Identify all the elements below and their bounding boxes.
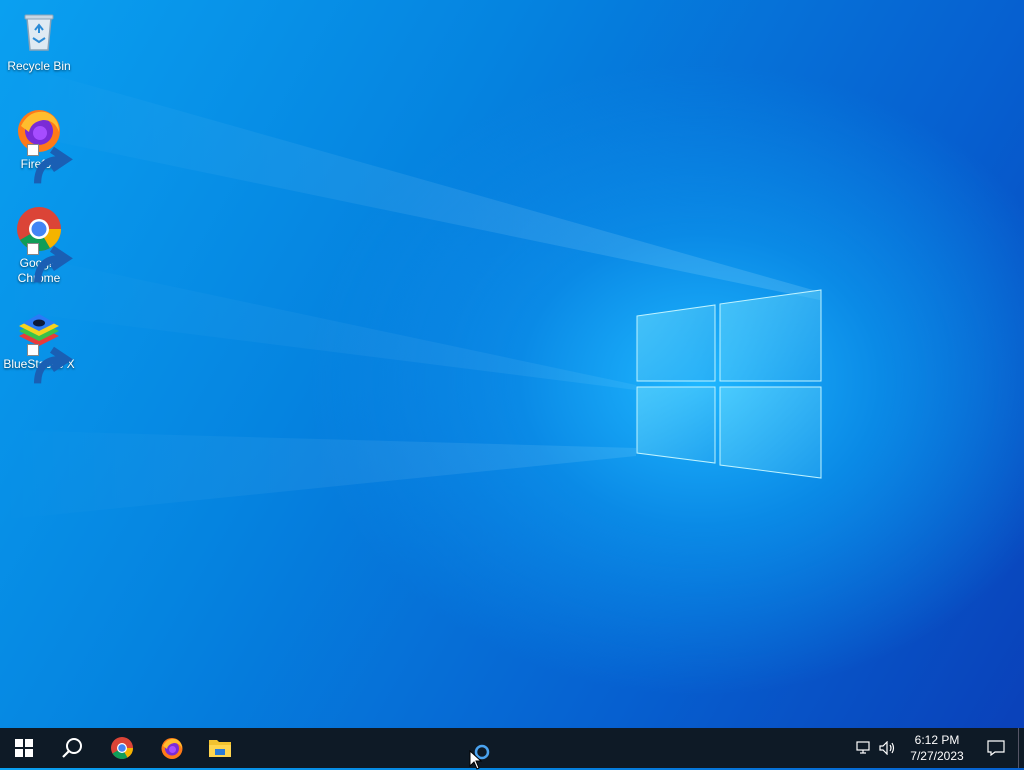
desktop-icon-firefox[interactable]: Firefox [2,106,76,184]
firefox-icon [161,738,183,759]
desktop-icon-bluestacks-x[interactable]: BlueStacks X [2,306,76,384]
search-icon [62,738,82,758]
mouse-cursor-icon [469,750,483,770]
clock-time: 6:12 PM [914,733,960,747]
chrome-icon [15,205,73,283]
firefox-icon [15,106,73,184]
taskbar-firefox-button[interactable] [148,728,196,768]
show-desktop-button[interactable] [1018,728,1024,768]
clock-button[interactable]: 6:12 PM 7/27/2023 [900,732,974,764]
action-center-button[interactable] [974,728,1018,768]
recycle-bin-icon [15,8,63,56]
network-icon [856,741,870,754]
desktop-icon-google-chrome[interactable]: Google Chrome [2,205,76,286]
bluestacks-icon [15,306,73,384]
taskbar-file-explorer-button[interactable] [196,728,244,768]
desktop-wallpaper [0,60,822,520]
shortcut-arrow-icon [27,243,73,283]
system-tray: 6:12 PM 7/27/2023 [852,728,1024,768]
desktop-icon-label: Recycle Bin [7,59,71,73]
desktop-icon-recycle-bin[interactable]: Recycle Bin [2,8,76,74]
shortcut-arrow-icon [27,144,73,184]
start-button[interactable] [0,728,48,768]
windows-logo-graphic [636,289,822,479]
windows-start-icon [15,739,33,757]
taskbar-chrome-button[interactable] [96,728,148,768]
chrome-icon [111,737,133,759]
shortcut-arrow-icon [27,344,73,384]
clock-date: 7/27/2023 [910,749,964,763]
volume-icon [879,741,895,755]
file-explorer-icon [209,740,231,757]
network-button[interactable] [852,728,876,768]
search-button[interactable] [48,728,96,768]
volume-button[interactable] [876,728,900,768]
notification-icon [987,740,1005,756]
